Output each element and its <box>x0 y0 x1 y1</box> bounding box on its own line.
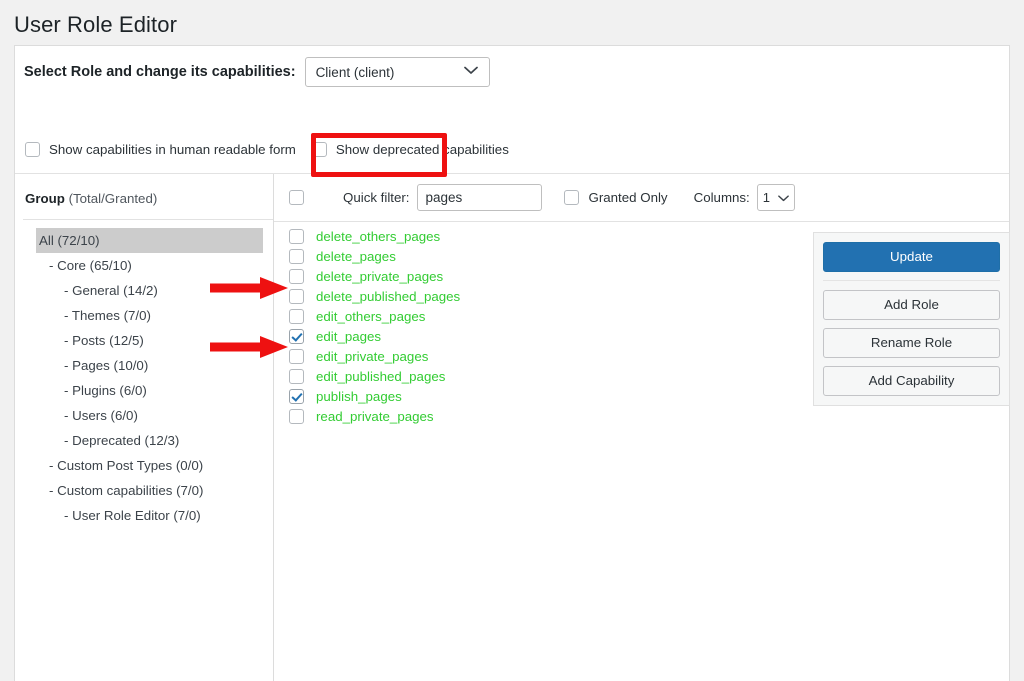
quick-filter-value: pages <box>425 190 463 205</box>
show-deprecated-label: Show deprecated capabilities <box>335 142 509 157</box>
capability-checkbox[interactable] <box>289 308 304 324</box>
toolbar-divider <box>274 221 1009 222</box>
screen: User Role Editor Select Role and change … <box>0 0 1024 681</box>
capability-row[interactable]: publish_pages <box>289 386 460 406</box>
group-header-bold: Group <box>25 191 65 206</box>
group-header-rest: (Total/Granted) <box>64 191 158 206</box>
capability-checkbox[interactable] <box>289 388 304 404</box>
group-tree-item[interactable]: - General (14/2) <box>15 278 273 303</box>
group-panel: Group (Total/Granted) All (72/10) - Core … <box>15 174 273 681</box>
capability-row[interactable]: delete_published_pages <box>289 286 460 306</box>
capability-name: edit_others_pages <box>316 308 426 324</box>
capability-checkbox[interactable] <box>289 408 304 424</box>
human-readable-label: Show capabilities in human readable form <box>49 142 296 157</box>
group-tree: All (72/10) - Core (65/10) - General (14/2… <box>15 228 273 528</box>
capability-name: delete_private_pages <box>316 268 444 284</box>
capability-row[interactable]: read_private_pages <box>289 406 460 426</box>
capability-row[interactable]: delete_others_pages <box>289 226 460 246</box>
capability-checkbox[interactable] <box>289 268 304 284</box>
capability-row[interactable]: edit_others_pages <box>289 306 460 326</box>
capability-name: delete_published_pages <box>316 288 461 304</box>
group-tree-item[interactable]: - Pages (10/0) <box>15 353 273 378</box>
role-select[interactable]: Client (client) <box>304 57 490 87</box>
quick-filter-label: Quick filter: <box>343 190 410 205</box>
capability-row[interactable]: edit_pages <box>289 326 460 346</box>
capability-name: delete_pages <box>316 248 396 264</box>
columns-control: Columns: 1 <box>694 184 795 211</box>
capability-row[interactable]: edit_private_pages <box>289 346 460 366</box>
add-capability-button[interactable]: Add Capability <box>823 366 1000 396</box>
capability-name: publish_pages <box>316 388 402 404</box>
capability-row[interactable]: delete_private_pages <box>289 266 460 286</box>
role-select-label: Select Role and change its capabilities: <box>24 64 296 80</box>
user-role-editor-panel: Select Role and change its capabilities:… <box>14 45 1010 681</box>
group-tree-item[interactable]: - Plugins (6/0) <box>15 378 273 403</box>
group-tree-item[interactable]: - Deprecated (12/3) <box>15 428 273 453</box>
option-show-deprecated[interactable]: Show deprecated capabilities <box>311 142 509 157</box>
group-tree-item[interactable]: - User Role Editor (7/0) <box>15 503 273 528</box>
capability-name: edit_pages <box>316 328 382 344</box>
capability-row[interactable]: delete_pages <box>289 246 460 266</box>
granted-only-option[interactable]: Granted Only <box>563 190 668 205</box>
group-tree-item[interactable]: - Users (6/0) <box>15 403 273 428</box>
role-select-row: Select Role and change its capabilities:… <box>24 57 490 87</box>
granted-only-checkbox[interactable] <box>563 190 579 205</box>
capability-name: read_private_pages <box>316 408 434 424</box>
select-all-checkbox[interactable] <box>289 190 304 205</box>
capability-name: edit_private_pages <box>316 348 429 364</box>
capability-checkbox[interactable] <box>289 228 304 244</box>
quick-filter-input[interactable]: pages <box>416 184 542 211</box>
group-tree-item[interactable]: - Core (65/10) <box>15 253 273 278</box>
update-button[interactable]: Update <box>823 242 1000 272</box>
capability-checkbox[interactable] <box>289 348 304 364</box>
group-panel-header: Group (Total/Granted) <box>25 191 157 206</box>
human-readable-checkbox[interactable] <box>25 142 40 157</box>
show-deprecated-checkbox[interactable] <box>311 142 327 157</box>
role-select-value: Client (client) <box>315 64 395 80</box>
group-tree-item[interactable]: - Themes (7/0) <box>15 303 273 328</box>
capability-checkbox[interactable] <box>289 248 304 264</box>
display-options-row: Show capabilities in human readable form… <box>25 142 525 157</box>
capability-checkbox[interactable] <box>289 368 304 384</box>
columns-select[interactable]: 1 <box>756 184 795 211</box>
page-title: User Role Editor <box>14 12 177 37</box>
capabilities-toolbar: Quick filter: pages Granted Only Columns… <box>274 174 1009 221</box>
add-role-button[interactable]: Add Role <box>823 290 1000 320</box>
columns-label: Columns: <box>693 190 750 205</box>
capability-list: delete_others_pages delete_pages delete_pr… <box>289 226 460 426</box>
capability-checkbox[interactable] <box>289 288 304 304</box>
granted-only-label: Granted Only <box>588 190 668 205</box>
capability-row[interactable]: edit_published_pages <box>289 366 460 386</box>
group-tree-item[interactable]: - Posts (12/5) <box>15 328 273 353</box>
group-header-divider <box>23 219 273 220</box>
capability-name: delete_others_pages <box>316 228 441 244</box>
group-tree-item[interactable]: All (72/10) <box>36 228 263 253</box>
actions-divider <box>823 280 1000 281</box>
rename-role-button[interactable]: Rename Role <box>823 328 1000 358</box>
chevron-down-icon <box>777 190 789 205</box>
chevron-down-icon <box>463 63 478 78</box>
group-tree-item[interactable]: - Custom capabilities (7/0) <box>15 478 273 503</box>
capability-name: edit_published_pages <box>316 368 446 384</box>
actions-box: Update Add Role Rename Role Add Capabili… <box>813 232 1010 406</box>
capabilities-panel: Quick filter: pages Granted Only Columns… <box>274 174 1010 681</box>
columns-value: 1 <box>762 190 770 205</box>
group-tree-item[interactable]: - Custom Post Types (0/0) <box>15 453 273 478</box>
option-human-readable[interactable]: Show capabilities in human readable form <box>25 142 296 157</box>
capability-checkbox[interactable] <box>289 328 304 344</box>
